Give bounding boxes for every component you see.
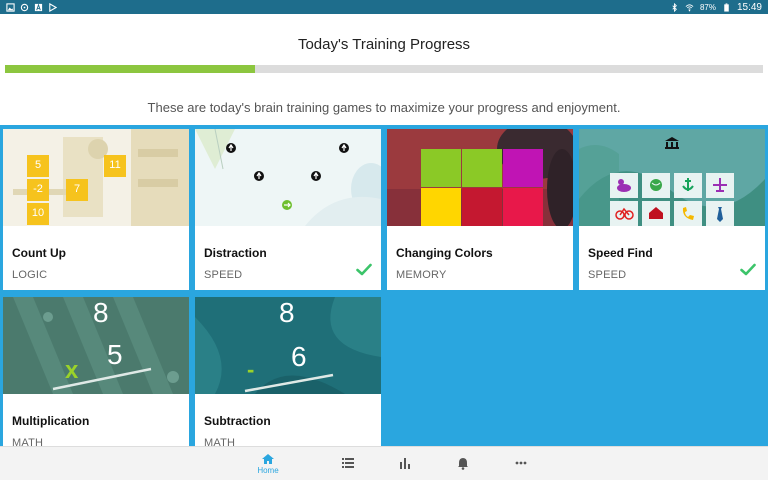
game-card-changing-colors[interactable]: Changing Colors MEMORY (387, 129, 573, 290)
game-art-speed-find (579, 129, 765, 226)
play-store-icon (49, 2, 57, 12)
game-art-multiplication: 8 5 x (3, 297, 189, 394)
tile-number: 7 (73, 183, 81, 195)
operator-symbol: - (247, 357, 255, 382)
sync-icon (20, 3, 29, 11)
battery-icon (724, 2, 729, 12)
operator-symbol: x (65, 357, 79, 384)
list-icon (342, 458, 354, 468)
game-category: LOGIC (12, 269, 48, 281)
game-category: MEMORY (396, 269, 447, 281)
nav-home-label: Home (257, 466, 279, 475)
game-card-count-up[interactable]: 5 11 -2 7 10 Count Up LOGIC (3, 129, 189, 290)
nav-stats[interactable] (385, 458, 425, 469)
progress-header: Today's Training Progress These are toda… (0, 14, 768, 125)
game-name: Distraction (204, 246, 267, 260)
globe-icon (650, 179, 662, 191)
game-art-count-up: 5 11 -2 7 10 (3, 129, 189, 226)
number-top: 8 (93, 297, 109, 328)
tile-number: 11 (109, 159, 121, 171)
game-name: Changing Colors (396, 246, 493, 260)
tile-number: 5 (34, 159, 42, 171)
tile-number: 10 (31, 207, 45, 219)
text-icon (34, 2, 43, 11)
clock: 15:49 (736, 1, 762, 13)
game-name: Speed Find (588, 246, 653, 260)
game-name: Subtraction (204, 414, 271, 428)
game-category: MATH (12, 437, 44, 446)
tile-number: -2 (33, 183, 43, 195)
bell-icon (458, 458, 468, 470)
nav-list[interactable] (328, 458, 368, 468)
battery-percent: 87% (699, 2, 716, 12)
completed-check-icon (356, 263, 372, 276)
game-card-speed-find[interactable]: Speed Find SPEED (579, 129, 765, 290)
game-category: SPEED (204, 269, 243, 281)
number-bottom: 5 (107, 339, 123, 370)
bottom-nav: Home (0, 446, 768, 480)
number-bottom: 6 (291, 341, 307, 372)
stats-icon (400, 458, 410, 469)
nav-notifications[interactable] (443, 457, 483, 470)
progress-bar (5, 65, 763, 73)
completed-check-icon (740, 263, 756, 276)
bluetooth-icon (672, 2, 677, 12)
game-category: MATH (204, 437, 236, 446)
page-title: Today's Training Progress (297, 36, 471, 53)
game-art-subtraction: 8 6 - (195, 297, 381, 394)
status-bar: 87% 15:49 (0, 0, 768, 14)
game-name: Multiplication (12, 414, 90, 428)
nav-home[interactable]: Home (248, 453, 288, 475)
game-art-distraction (195, 129, 381, 226)
gallery-icon (6, 2, 15, 12)
more-icon (515, 461, 527, 465)
page-subtitle: These are today's brain training games t… (147, 100, 621, 115)
game-name: Count Up (12, 246, 66, 260)
nav-more[interactable] (501, 461, 541, 465)
game-card-multiplication[interactable]: 8 5 x Multiplication MATH (3, 297, 189, 446)
number-top: 8 (279, 297, 295, 328)
game-art-changing-colors (387, 129, 573, 226)
game-category: SPEED (588, 269, 627, 281)
wifi-icon (685, 3, 694, 11)
game-card-subtraction[interactable]: 8 6 - Subtraction MATH (195, 297, 381, 446)
game-card-distraction[interactable]: Distraction SPEED (195, 129, 381, 290)
progress-bar-fill (5, 65, 256, 73)
bank-icon (665, 137, 679, 149)
home-icon (262, 454, 274, 464)
